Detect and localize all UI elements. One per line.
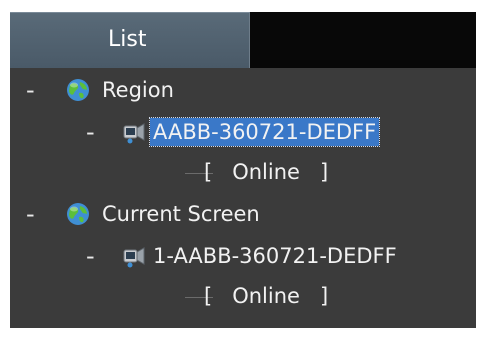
device-icon xyxy=(123,123,145,144)
tree-node-device[interactable]: - 1-AABB-360721-DEDFF xyxy=(10,242,476,276)
tree-node-region[interactable]: - Region xyxy=(10,76,476,110)
device-list-panel: List - Region - AABB-360721-DEDFF [Onli… xyxy=(10,12,476,328)
tree-node-label-current-screen: Current Screen xyxy=(102,202,260,226)
tree-node-label-device-selected: AABB-360721-DEDFF xyxy=(148,117,381,147)
tree-node-label-device: 1-AABB-360721-DEDFF xyxy=(153,244,397,268)
screenshot-frame: List - Region - AABB-360721-DEDFF [Onli… xyxy=(0,0,485,337)
globe-icon xyxy=(67,203,89,225)
tree-node-device[interactable]: - AABB-360721-DEDFF xyxy=(10,117,476,152)
globe-icon xyxy=(67,79,89,101)
collapse-toggle-device[interactable]: - xyxy=(86,118,95,146)
tab-list-label: List xyxy=(108,27,147,52)
device-status-label: [ Online ] xyxy=(204,284,329,308)
device-status-label: [ Online ] xyxy=(204,160,329,184)
device-status-row: [ Online ] xyxy=(10,282,476,316)
collapse-toggle-current-screen[interactable]: - xyxy=(26,200,35,228)
device-status-row: [ Online ] xyxy=(10,158,476,192)
device-icon xyxy=(123,247,145,268)
tree-node-label-region: Region xyxy=(102,78,174,102)
tree-node-current-screen[interactable]: - Current Screen xyxy=(10,200,476,234)
tab-list[interactable]: List xyxy=(10,12,250,68)
collapse-toggle-region[interactable]: - xyxy=(26,76,35,104)
collapse-toggle-device[interactable]: - xyxy=(86,242,95,270)
device-tree: - Region - AABB-360721-DEDFF [Online] … xyxy=(10,68,476,328)
tab-bar: List xyxy=(10,12,476,68)
